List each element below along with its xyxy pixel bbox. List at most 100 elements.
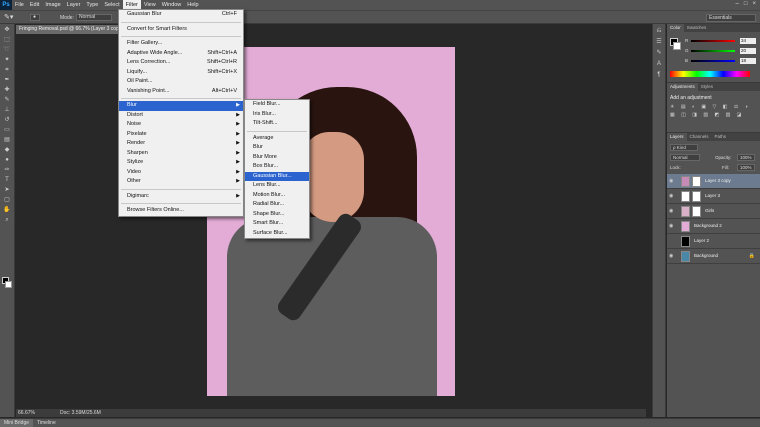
character-icon[interactable]: A (655, 60, 664, 68)
menu-item-adaptive-wide-angle[interactable]: Adaptive Wide Angle... Shift+Ctrl+A (119, 49, 243, 59)
tab-paths[interactable]: Paths (712, 133, 730, 141)
menu-item-blur[interactable]: Blur (245, 143, 309, 153)
menu-item-pixelate[interactable]: Pixelate ▶ (119, 130, 243, 140)
shape-tool-icon[interactable]: ▢ (2, 196, 13, 204)
menu-item-liquify[interactable]: Liquify... Shift+Ctrl+X (119, 68, 243, 78)
blue-track[interactable] (691, 60, 735, 62)
menu-item-filter-gallery[interactable]: Filter Gallery... (119, 39, 243, 49)
pen-tool-icon[interactable]: ✑ (2, 166, 13, 174)
layer-name[interactable]: Layer 3 copy (705, 178, 731, 183)
menu-item-lens-correction[interactable]: Lens Correction... Shift+Ctrl+R (119, 58, 243, 68)
menu-item-video[interactable]: Video ▶ (119, 168, 243, 178)
layer-name[interactable]: Background 2 (694, 223, 722, 228)
menu-item-blur[interactable]: Blur ▶ (119, 101, 243, 111)
dodge-tool-icon[interactable]: ● (2, 156, 13, 164)
menu-item-smart-blur[interactable]: Smart Blur... (245, 219, 309, 229)
menu-item-surface-blur[interactable]: Surface Blur... (245, 229, 309, 239)
layer-name[interactable]: Layer 3 (705, 193, 720, 198)
layer-thumbnail[interactable] (681, 206, 690, 217)
history-brush-tool-icon[interactable]: ↺ (2, 116, 13, 124)
hand-tool-icon[interactable]: ✋ (2, 206, 13, 214)
red-slider[interactable]: R 34 (685, 38, 757, 44)
menu-item-sharpen[interactable]: Sharpen ▶ (119, 149, 243, 159)
menu-item-browse-filters-online[interactable]: Browse Filters Online... (119, 206, 243, 216)
brush-panel-icon[interactable]: ✎ (655, 49, 664, 57)
zoom-tool-icon[interactable]: ⌕ (2, 216, 13, 224)
menu-item-radial-blur[interactable]: Radial Blur... (245, 200, 309, 210)
visibility-eye-icon[interactable]: ◉ (669, 208, 673, 214)
fill-value[interactable]: 100% (737, 164, 755, 171)
brush-tool-icon[interactable]: ✎ (2, 96, 13, 104)
menu-item-noise[interactable]: Noise ▶ (119, 120, 243, 130)
properties-icon[interactable]: ☰ (655, 38, 664, 46)
layer-mask-thumbnail[interactable] (692, 191, 701, 202)
workspace-select[interactable]: Essentials (706, 14, 756, 22)
layer-mask-thumbnail[interactable] (692, 176, 701, 187)
paragraph-icon[interactable]: ¶ (655, 71, 664, 79)
layer-row[interactable]: ◉ Layer 3 (667, 189, 760, 204)
menu-item-box-blur[interactable]: Box Blur... (245, 162, 309, 172)
layer-thumbnail[interactable] (681, 191, 690, 202)
zoom-level[interactable]: 66.67% (18, 409, 35, 417)
menu-edit[interactable]: Edit (27, 0, 42, 10)
red-value[interactable]: 34 (740, 38, 756, 44)
menu-item-tilt-shift[interactable]: Tilt-Shift... (245, 119, 309, 129)
menu-image[interactable]: Image (42, 0, 63, 10)
menu-item-lens-blur[interactable]: Lens Blur... (245, 181, 309, 191)
tab-swatches[interactable]: Swatches (684, 24, 710, 32)
layer-thumbnail[interactable] (681, 221, 690, 232)
close-button[interactable]: × (752, 1, 756, 7)
layer-thumbnail[interactable] (681, 251, 690, 262)
crop-tool-icon[interactable]: ⌗ (2, 66, 13, 74)
eraser-tool-icon[interactable]: ▭ (2, 126, 13, 134)
menu-layer[interactable]: Layer (64, 0, 84, 10)
menu-item-render[interactable]: Render ▶ (119, 139, 243, 149)
green-value[interactable]: 20 (740, 48, 756, 54)
layer-name[interactable]: Layer 2 (694, 238, 709, 243)
menu-file[interactable]: File (12, 0, 27, 10)
green-slider[interactable]: G 20 (685, 48, 757, 54)
green-track[interactable] (691, 50, 735, 52)
path-select-tool-icon[interactable]: ➤ (2, 186, 13, 194)
menu-item-gaussian-blur[interactable]: Gaussian Blur... (245, 171, 309, 181)
red-track[interactable] (691, 40, 735, 42)
tab-timeline[interactable]: Timeline (33, 419, 60, 427)
menu-item-iris-blur[interactable]: Iris Blur... (245, 110, 309, 120)
menu-item-vanishing-point[interactable]: Vanishing Point... Alt+Ctrl+V (119, 87, 243, 97)
quick-select-tool-icon[interactable]: ✦ (2, 56, 13, 64)
menu-item-gaussian-blur[interactable]: Gaussian Blur Ctrl+F (119, 10, 243, 20)
menu-item-other[interactable]: Other ▶ (119, 177, 243, 187)
layer-row[interactable]: Layer 2 (667, 234, 760, 249)
tab-mini-bridge[interactable]: Mini Bridge (0, 419, 34, 427)
tab-channels[interactable]: Channels (687, 133, 712, 141)
menu-item-convert-for-smart-filters[interactable]: Convert for Smart Filters (119, 25, 243, 35)
menu-item-blur-more[interactable]: Blur More (245, 153, 309, 163)
tab-color[interactable]: Color (667, 24, 684, 32)
layer-row[interactable]: ◉ Girls (667, 204, 760, 219)
layer-thumbnail[interactable] (681, 176, 690, 187)
visibility-eye-icon[interactable]: ◉ (669, 253, 673, 259)
menu-item-digimarc[interactable]: Digimarc ▶ (119, 192, 243, 202)
healing-tool-icon[interactable]: ✚ (2, 86, 13, 94)
history-icon[interactable]: ⎌ (655, 27, 664, 35)
layer-thumbnail[interactable] (681, 236, 690, 247)
menu-item-shape-blur[interactable]: Shape Blur... (245, 210, 309, 220)
visibility-eye-icon[interactable]: ◉ (669, 178, 673, 184)
opacity-value[interactable]: 100% (737, 154, 755, 161)
tab-adjustments[interactable]: Adjustments (667, 83, 698, 91)
layer-row[interactable]: ◉ Background 🔒 (667, 249, 760, 264)
layer-mask-thumbnail[interactable] (692, 206, 701, 217)
menu-item-motion-blur[interactable]: Motion Blur... (245, 191, 309, 201)
type-tool-icon[interactable]: T (2, 176, 13, 184)
blue-slider[interactable]: B 18 (685, 58, 757, 64)
menu-type[interactable]: Type (83, 0, 101, 10)
minimize-button[interactable]: – (736, 1, 739, 7)
tab-styles[interactable]: Styles (698, 83, 716, 91)
visibility-eye-icon[interactable]: ◉ (669, 193, 673, 199)
move-tool-icon[interactable]: ✥ (2, 26, 13, 34)
mode-select[interactable]: Normal (76, 14, 112, 21)
menu-item-average[interactable]: Average (245, 134, 309, 144)
visibility-eye-icon[interactable]: ◉ (669, 223, 673, 229)
layer-row[interactable]: ◉ Layer 3 copy (667, 174, 760, 189)
blue-value[interactable]: 18 (740, 58, 756, 64)
